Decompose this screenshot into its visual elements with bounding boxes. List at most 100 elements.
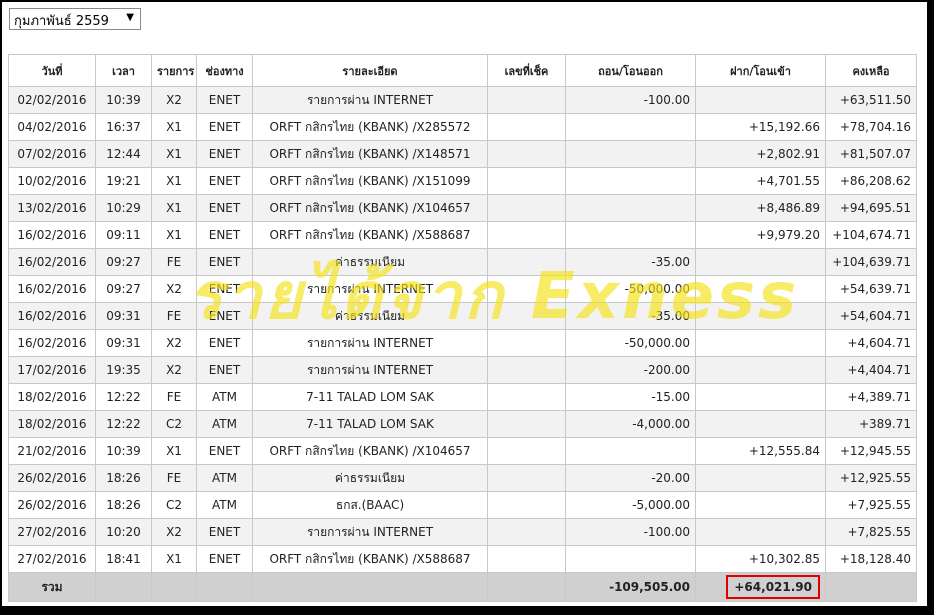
cell-withdraw: -100.00 (565, 86, 696, 114)
cell-code: FE (151, 383, 197, 411)
cell-withdraw (565, 545, 696, 573)
cell-time: 12:22 (95, 383, 152, 411)
cell-withdraw: -5,000.00 (565, 491, 696, 519)
cell-cheque (487, 383, 566, 411)
cell-deposit: +12,555.84 (695, 437, 826, 465)
cell-withdraw (565, 437, 696, 465)
cell-code: X2 (151, 329, 197, 357)
cell-detail: รายการผ่าน INTERNET (252, 356, 488, 384)
cell-balance: +54,604.71 (825, 302, 917, 330)
cell-code: X1 (151, 437, 197, 465)
cell-date: 18/02/2016 (8, 383, 96, 411)
cell-deposit (695, 329, 826, 357)
cell-date: 02/02/2016 (8, 86, 96, 114)
cell-channel: ENET (196, 275, 253, 303)
table-row: 26/02/2016 18:26 C2 ATM ธกส.(BAAC) -5,000.00 +… (8, 491, 917, 519)
cell-cheque (487, 464, 566, 492)
cell-cheque (487, 221, 566, 249)
cell-date: 27/02/2016 (8, 545, 96, 573)
cell-withdraw: -50,000.00 (565, 275, 696, 303)
cell-time: 09:31 (95, 302, 152, 330)
cell-channel: ENET (196, 167, 253, 195)
cell-cheque (487, 545, 566, 573)
cell-deposit (695, 464, 826, 492)
cell-cheque (487, 194, 566, 222)
cell-detail: ธกส.(BAAC) (252, 491, 488, 519)
cell-detail: ORFT กสิกรไทย (KBANK) /X588687 (252, 545, 488, 573)
cell-deposit: +9,979.20 (695, 221, 826, 249)
cell-channel: ENET (196, 437, 253, 465)
table-row: 16/02/2016 09:11 X1 ENET ORFT กสิกรไทย (KBAN… (8, 221, 917, 249)
cell-cheque (487, 86, 566, 114)
cell-date: 04/02/2016 (8, 113, 96, 141)
cell-date: 16/02/2016 (8, 302, 96, 330)
cell-date: 27/02/2016 (8, 518, 96, 546)
table-row: 16/02/2016 09:31 X2 ENET รายการผ่าน INTERNET… (8, 329, 917, 357)
cell-time: 09:31 (95, 329, 152, 357)
cell-time: 12:44 (95, 140, 152, 168)
cell-date: 16/02/2016 (8, 275, 96, 303)
cell-deposit (695, 275, 826, 303)
totals-deposit-highlight: +64,021.90 (726, 575, 820, 599)
cell-cheque (487, 275, 566, 303)
cell-deposit (695, 518, 826, 546)
cell-time: 18:26 (95, 491, 152, 519)
cell-time: 10:20 (95, 518, 152, 546)
table-row: 07/02/2016 12:44 X1 ENET ORFT กสิกรไทย (KBAN… (8, 140, 917, 168)
month-select[interactable]: กุมภาพันธ์ 2559 ▼ (9, 8, 141, 30)
cell-deposit (695, 248, 826, 276)
cell-withdraw (565, 194, 696, 222)
cell-date: 21/02/2016 (8, 437, 96, 465)
cell-code: X2 (151, 275, 197, 303)
col-header-deposit: ฝาก/โอนเข้า (695, 54, 826, 87)
cell-cheque (487, 248, 566, 276)
cell-cheque (487, 491, 566, 519)
cell-detail: ORFT กสิกรไทย (KBANK) /X148571 (252, 140, 488, 168)
cell-time: 10:29 (95, 194, 152, 222)
cell-date: 16/02/2016 (8, 248, 96, 276)
cell-detail: ORFT กสิกรไทย (KBANK) /X104657 (252, 437, 488, 465)
cell-balance: +12,925.55 (825, 464, 917, 492)
cell-date: 16/02/2016 (8, 221, 96, 249)
cell-withdraw (565, 221, 696, 249)
cell-detail: ORFT กสิกรไทย (KBANK) /X588687 (252, 221, 488, 249)
cell-code: X2 (151, 86, 197, 114)
col-header-cheque: เลขที่เช็ค (487, 54, 566, 87)
col-header-detail: รายละเอียด (252, 54, 488, 87)
cell-channel: ENET (196, 248, 253, 276)
cell-channel: ENET (196, 302, 253, 330)
cell-cheque (487, 356, 566, 384)
cell-deposit: +15,192.66 (695, 113, 826, 141)
chevron-down-icon[interactable]: ▼ (126, 12, 134, 23)
cell-code: X1 (151, 221, 197, 249)
cell-balance: +54,639.71 (825, 275, 917, 303)
cell-channel: ATM (196, 383, 253, 411)
cell-balance: +12,945.55 (825, 437, 917, 465)
cell-channel: ENET (196, 140, 253, 168)
cell-detail: ค่าธรรมเนียม (252, 464, 488, 492)
cell-channel: ATM (196, 410, 253, 438)
cell-balance: +81,507.07 (825, 140, 917, 168)
table-row: 16/02/2016 09:27 FE ENET ค่าธรรมเนียม -35.00 +… (8, 248, 917, 276)
cell-balance: +4,604.71 (825, 329, 917, 357)
table-row: 10/02/2016 19:21 X1 ENET ORFT กสิกรไทย (KBAN… (8, 167, 917, 195)
cell-code: FE (151, 248, 197, 276)
cell-date: 10/02/2016 (8, 167, 96, 195)
cell-code: FE (151, 302, 197, 330)
cell-deposit: +8,486.89 (695, 194, 826, 222)
cell-date: 18/02/2016 (8, 410, 96, 438)
table-row: 02/02/2016 10:39 X2 ENET รายการผ่าน INTERNET… (8, 86, 917, 114)
cell-balance: +63,511.50 (825, 86, 917, 114)
cell-code: X1 (151, 140, 197, 168)
cell-detail: ค่าธรรมเนียม (252, 302, 488, 330)
totals-label: รวม (8, 572, 96, 602)
cell-detail: รายการผ่าน INTERNET (252, 518, 488, 546)
cell-detail: รายการผ่าน INTERNET (252, 275, 488, 303)
cell-channel: ENET (196, 329, 253, 357)
cell-withdraw: -200.00 (565, 356, 696, 384)
cell-code: X1 (151, 167, 197, 195)
cell-channel: ENET (196, 356, 253, 384)
cell-date: 07/02/2016 (8, 140, 96, 168)
cell-withdraw (565, 167, 696, 195)
cell-deposit (695, 383, 826, 411)
